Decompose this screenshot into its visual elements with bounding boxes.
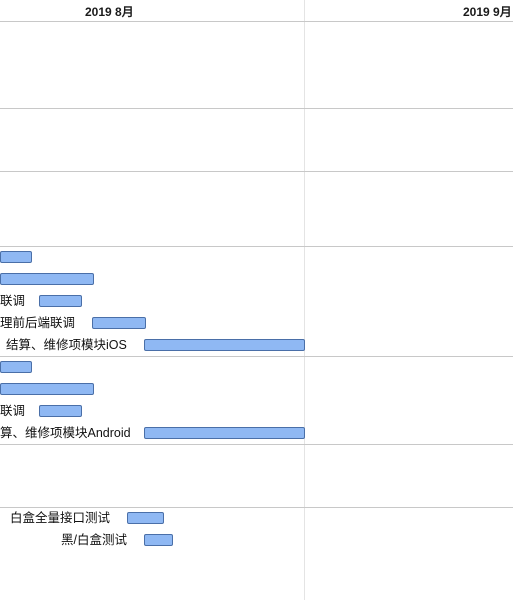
task-bar[interactable]	[144, 339, 305, 351]
row-divider	[0, 444, 513, 445]
task-bar[interactable]	[39, 295, 82, 307]
row-divider	[0, 108, 513, 109]
task-bar[interactable]	[0, 361, 32, 373]
row-divider	[0, 21, 513, 22]
task-bar[interactable]	[92, 317, 146, 329]
row-divider	[0, 246, 513, 247]
task-bar[interactable]	[0, 273, 94, 285]
row-divider	[0, 356, 513, 357]
task-bar[interactable]	[0, 383, 94, 395]
task-label: 黑/白盒测试	[61, 533, 127, 547]
task-label: 理前后端联调	[0, 316, 76, 330]
task-label: 结算、维修项模块iOS	[6, 338, 127, 352]
task-label: 白盒全量接口测试	[10, 511, 111, 525]
row-divider	[0, 507, 513, 508]
task-bar[interactable]	[127, 512, 164, 524]
task-label: 联调	[0, 294, 26, 308]
task-bar[interactable]	[0, 251, 32, 263]
row-divider	[0, 171, 513, 172]
month-divider	[304, 0, 305, 600]
task-bar[interactable]	[144, 534, 173, 546]
task-label: 算、维修项模块Android	[0, 426, 131, 440]
task-label: 联调	[0, 404, 26, 418]
task-bar[interactable]	[144, 427, 305, 439]
task-bar[interactable]	[39, 405, 82, 417]
